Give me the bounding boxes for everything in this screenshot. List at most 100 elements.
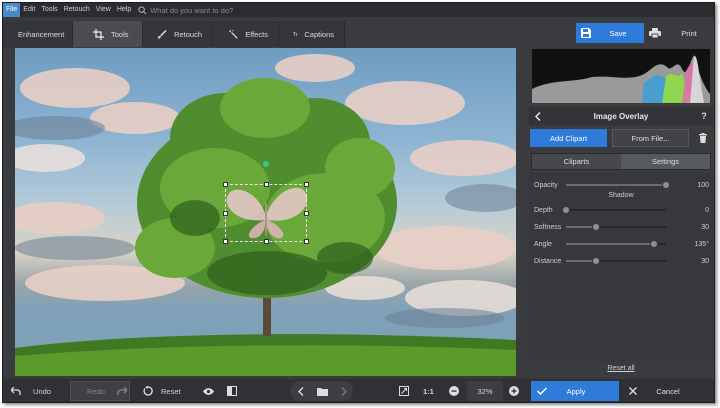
tab-captions-label: Captions bbox=[304, 29, 334, 39]
menu-edit[interactable]: Edit bbox=[20, 3, 38, 17]
tab-retouch-label: Retouch bbox=[174, 29, 202, 39]
undo-label: Undo bbox=[33, 386, 51, 396]
photo-canvas[interactable] bbox=[15, 48, 516, 376]
cancel-label: Cancel bbox=[656, 386, 680, 396]
preview-button[interactable] bbox=[203, 381, 217, 401]
tab-captions[interactable]: Captions bbox=[279, 21, 345, 47]
resize-handle-r[interactable] bbox=[304, 211, 309, 216]
tab-cliparts[interactable]: Cliparts bbox=[532, 154, 621, 169]
angle-knob[interactable] bbox=[649, 240, 658, 248]
save-button[interactable]: Save bbox=[576, 23, 644, 43]
menu-retouch[interactable]: Retouch bbox=[61, 3, 93, 17]
tab-effects[interactable]: Effects bbox=[213, 21, 279, 47]
menu-file[interactable]: File bbox=[3, 3, 21, 17]
opacity-label: Opacity bbox=[534, 181, 558, 189]
softness-slider[interactable] bbox=[566, 223, 666, 231]
panel-header: Image Overlay ? bbox=[529, 107, 713, 125]
softness-knob[interactable] bbox=[592, 223, 600, 231]
minus-icon bbox=[449, 386, 459, 396]
check-icon bbox=[537, 387, 547, 395]
panel-tabs: Cliparts Settings bbox=[531, 153, 711, 170]
search-placeholder[interactable]: What do you want to do? bbox=[150, 6, 233, 15]
depth-knob[interactable] bbox=[562, 206, 570, 214]
depth-row: Depth 0 bbox=[534, 204, 709, 216]
menu-bar: File Edit Tools Retouch View Help What d… bbox=[3, 3, 714, 17]
tab-tools-label: Tools bbox=[111, 29, 129, 39]
distance-slider[interactable] bbox=[566, 257, 666, 265]
resize-handle-t[interactable] bbox=[264, 182, 269, 187]
actual-size-button[interactable]: 1:1 bbox=[423, 381, 439, 401]
panel-title: Image Overlay bbox=[593, 111, 649, 121]
help-button[interactable]: ? bbox=[695, 111, 713, 121]
eye-icon bbox=[203, 387, 214, 395]
tab-retouch[interactable]: Retouch bbox=[143, 21, 213, 47]
resize-handle-l[interactable] bbox=[223, 211, 228, 216]
zoom-in-button[interactable] bbox=[509, 381, 521, 401]
distance-value: 30 bbox=[701, 257, 709, 265]
tab-tools[interactable]: Tools bbox=[73, 21, 143, 47]
menu-tools[interactable]: Tools bbox=[38, 3, 60, 17]
compare-button[interactable] bbox=[227, 381, 241, 401]
rotate-handle[interactable] bbox=[263, 161, 269, 167]
reset-all-link[interactable]: Reset all bbox=[529, 365, 713, 372]
zoom-out-button[interactable] bbox=[449, 381, 461, 401]
angle-slider[interactable] bbox=[566, 240, 666, 248]
file-navigation bbox=[291, 381, 353, 401]
cancel-button[interactable]: Cancel bbox=[623, 381, 713, 401]
softness-value: 30 bbox=[701, 223, 709, 231]
angle-label: Angle bbox=[534, 240, 552, 248]
depth-value: 0 bbox=[705, 206, 709, 214]
search-icon bbox=[138, 5, 147, 15]
add-clipart-button[interactable]: Add Clipart bbox=[530, 129, 607, 147]
magic-wand-icon bbox=[229, 29, 238, 39]
apply-label: Apply bbox=[566, 386, 586, 396]
save-label: Save bbox=[609, 28, 627, 38]
distance-knob[interactable] bbox=[592, 257, 600, 265]
opacity-slider[interactable] bbox=[566, 181, 670, 189]
reset-label: Reset bbox=[161, 386, 181, 396]
menu-help[interactable]: Help bbox=[114, 3, 134, 17]
from-file-button[interactable]: From File... bbox=[612, 129, 689, 147]
tab-effects-label: Effects bbox=[245, 29, 268, 39]
fit-screen-button[interactable] bbox=[399, 381, 413, 401]
opacity-knob[interactable] bbox=[662, 181, 670, 189]
reset-button[interactable]: Reset bbox=[143, 381, 189, 401]
tab-settings[interactable]: Settings bbox=[621, 154, 710, 169]
apply-button[interactable]: Apply bbox=[531, 381, 619, 401]
clipart-source-row: Add Clipart From File... bbox=[530, 129, 713, 147]
print-button[interactable]: Print bbox=[644, 23, 712, 43]
redo-button[interactable]: Redo bbox=[70, 381, 130, 401]
undo-button[interactable]: Undo bbox=[11, 381, 61, 401]
zoom-level[interactable]: 32% bbox=[467, 381, 503, 401]
main-toolbar: Enhancement Tools Retouch Effects Captio… bbox=[3, 21, 345, 47]
printer-icon bbox=[649, 28, 661, 38]
search-box[interactable]: What do you want to do? bbox=[138, 6, 233, 15]
chevron-left-icon[interactable] bbox=[297, 386, 304, 396]
clipart-selection-box[interactable] bbox=[223, 182, 309, 244]
menu-view[interactable]: View bbox=[93, 3, 114, 17]
softness-row: Softness 30 bbox=[534, 221, 709, 233]
text-icon bbox=[293, 32, 298, 36]
histogram bbox=[532, 49, 710, 103]
resize-handle-tl[interactable] bbox=[223, 182, 228, 187]
redo-icon bbox=[117, 387, 127, 395]
tab-enhancement-label: Enhancement bbox=[18, 29, 65, 39]
redo-label: Redo bbox=[87, 386, 105, 396]
softness-label: Softness bbox=[534, 223, 562, 231]
resize-handle-bl[interactable] bbox=[223, 239, 228, 244]
trash-icon bbox=[699, 133, 707, 143]
back-button[interactable] bbox=[529, 111, 547, 121]
delete-button[interactable] bbox=[693, 133, 713, 143]
print-label: Print bbox=[681, 28, 697, 38]
depth-slider[interactable] bbox=[562, 206, 666, 214]
resize-handle-b[interactable] bbox=[264, 239, 269, 244]
resize-handle-tr[interactable] bbox=[304, 182, 309, 187]
folder-icon[interactable] bbox=[316, 387, 328, 396]
chevron-right-icon[interactable] bbox=[341, 386, 347, 396]
angle-value: 135° bbox=[694, 240, 709, 248]
resize-handle-br[interactable] bbox=[304, 239, 309, 244]
tab-enhancement[interactable]: Enhancement bbox=[3, 21, 73, 47]
plus-icon bbox=[509, 386, 519, 396]
crop-icon bbox=[93, 28, 104, 40]
angle-row: Angle 135° bbox=[534, 238, 709, 250]
